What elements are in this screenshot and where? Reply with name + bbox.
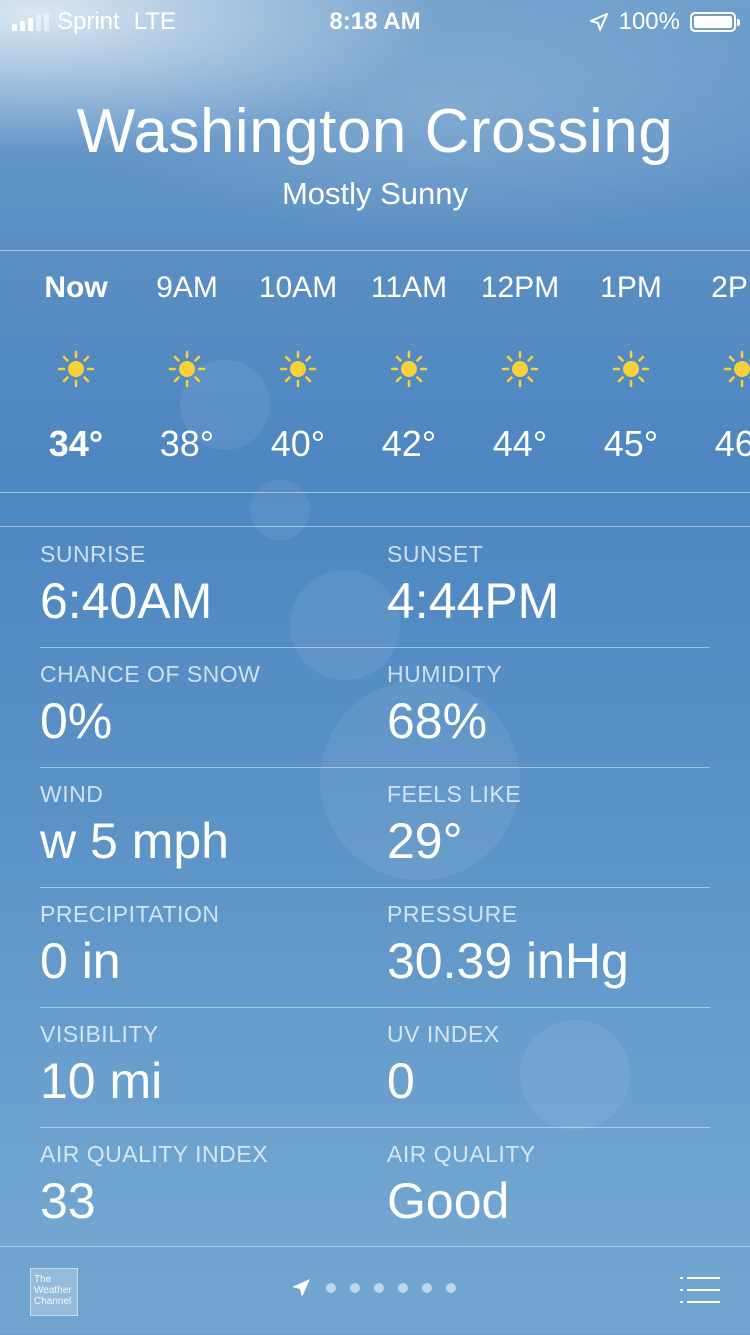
detail-row-divider <box>40 887 710 888</box>
detail-label: UV INDEX <box>387 1021 500 1047</box>
detail-item: HUMIDITY 68% <box>387 661 502 750</box>
hour-label: 9AM <box>156 271 218 304</box>
hour-temperature: 40° <box>270 423 326 464</box>
current-condition: Mostly Sunny <box>281 176 469 211</box>
detail-item: PRECIPITATION 0 in <box>40 901 219 990</box>
detail-item: WIND w 5 mph <box>40 781 229 870</box>
detail-row-divider <box>40 1007 710 1008</box>
detail-item: AIR QUALITY INDEX 33 <box>40 1141 268 1230</box>
detail-value: 0 in <box>40 933 121 989</box>
hour-temperature: 42° <box>381 423 437 464</box>
detail-label: HUMIDITY <box>387 661 503 687</box>
detail-label: FEELS LIKE <box>387 781 522 807</box>
hour-temperature: 46° <box>714 423 750 464</box>
detail-item: UV INDEX 0 <box>387 1021 500 1110</box>
hour-label: 11AM <box>370 271 448 304</box>
page-dot[interactable] <box>446 1283 456 1293</box>
sun-icon <box>279 350 317 388</box>
hour-label: 1PM <box>600 271 662 304</box>
detail-label: CHANCE OF SNOW <box>40 661 261 687</box>
hour-temperature: 34° <box>48 423 104 464</box>
detail-item: FEELS LIKE 29° <box>387 781 521 870</box>
detail-value: Good <box>387 1173 510 1229</box>
list-icon[interactable] <box>680 1275 720 1305</box>
hour-label: 12PM <box>480 271 560 304</box>
city-name: Washington Crossing <box>76 97 674 166</box>
detail-item: CHANCE OF SNOW 0% <box>40 661 260 750</box>
lens-flare <box>290 570 400 680</box>
hour-temperature: 45° <box>603 423 659 464</box>
detail-label: SUNSET <box>387 541 484 567</box>
hour-label: 2PM <box>711 271 750 304</box>
detail-value: 33 <box>40 1173 96 1229</box>
page-dot[interactable] <box>326 1283 336 1293</box>
sun-icon <box>501 350 539 388</box>
detail-item: AIR QUALITY Good <box>387 1141 536 1230</box>
detail-value: 0% <box>40 693 113 749</box>
detail-value: 4:44PM <box>387 573 560 629</box>
lens-flare <box>520 1020 630 1130</box>
page-dot[interactable] <box>422 1283 432 1293</box>
weather-channel-logo[interactable]: The Weather Channel <box>30 1268 78 1316</box>
bottom-toolbar: The Weather Channel <box>0 1246 750 1335</box>
detail-label: WIND <box>40 781 104 807</box>
sun-icon <box>168 350 206 388</box>
detail-label: PRECIPITATION <box>40 901 220 927</box>
battery-icon <box>690 12 740 32</box>
detail-item: SUNSET 4:44PM <box>387 541 559 630</box>
page-dot[interactable] <box>374 1283 384 1293</box>
detail-label: SUNRISE <box>40 541 146 567</box>
sun-icon <box>723 350 750 388</box>
status-right: 100% <box>589 8 740 36</box>
detail-value: 29° <box>387 813 463 869</box>
detail-label: AIR QUALITY INDEX <box>40 1141 268 1167</box>
detail-value: 68% <box>387 693 488 749</box>
detail-row-divider <box>40 1127 710 1128</box>
hour-label: 10AM <box>258 271 338 304</box>
detail-item: VISIBILITY 10 mi <box>40 1021 162 1110</box>
location-arrow-icon <box>292 1279 310 1297</box>
detail-label: PRESSURE <box>387 901 518 927</box>
detail-row-divider <box>40 647 710 648</box>
detail-row-divider <box>40 767 710 768</box>
detail-item: SUNRISE 6:40AM <box>40 541 212 630</box>
battery-percent: 100% <box>618 8 680 35</box>
status-bar: Sprint LTE 8:18 AM 100% <box>0 0 750 40</box>
sun-icon <box>57 350 95 388</box>
detail-value: 30.39 inHg <box>387 933 629 989</box>
detail-value: w 5 mph <box>40 813 229 869</box>
hour-label: Now <box>44 271 108 304</box>
sun-icon <box>612 350 650 388</box>
page-indicator[interactable] <box>290 1277 456 1299</box>
detail-label: VISIBILITY <box>40 1021 159 1047</box>
hourly-divider <box>0 492 750 493</box>
hour-temperature: 44° <box>492 423 548 464</box>
sun-icon <box>390 350 428 388</box>
location-arrow-icon <box>589 13 608 31</box>
detail-value: 6:40AM <box>40 573 213 629</box>
hourly-forecast[interactable]: Now 34° 9AM 38° 10AM 40° 11AM 42° 12PM 44° 1PM 45° 2… <box>0 251 750 491</box>
detail-item: PRESSURE 30.39 inHg <box>387 901 629 990</box>
page-dot[interactable] <box>398 1283 408 1293</box>
details-top-divider <box>0 526 750 527</box>
page-dot[interactable] <box>350 1283 360 1293</box>
hour-temperature: 38° <box>159 423 215 464</box>
detail-value: 10 mi <box>40 1053 163 1109</box>
detail-label: AIR QUALITY <box>387 1141 536 1167</box>
detail-value: 0 <box>387 1053 415 1109</box>
